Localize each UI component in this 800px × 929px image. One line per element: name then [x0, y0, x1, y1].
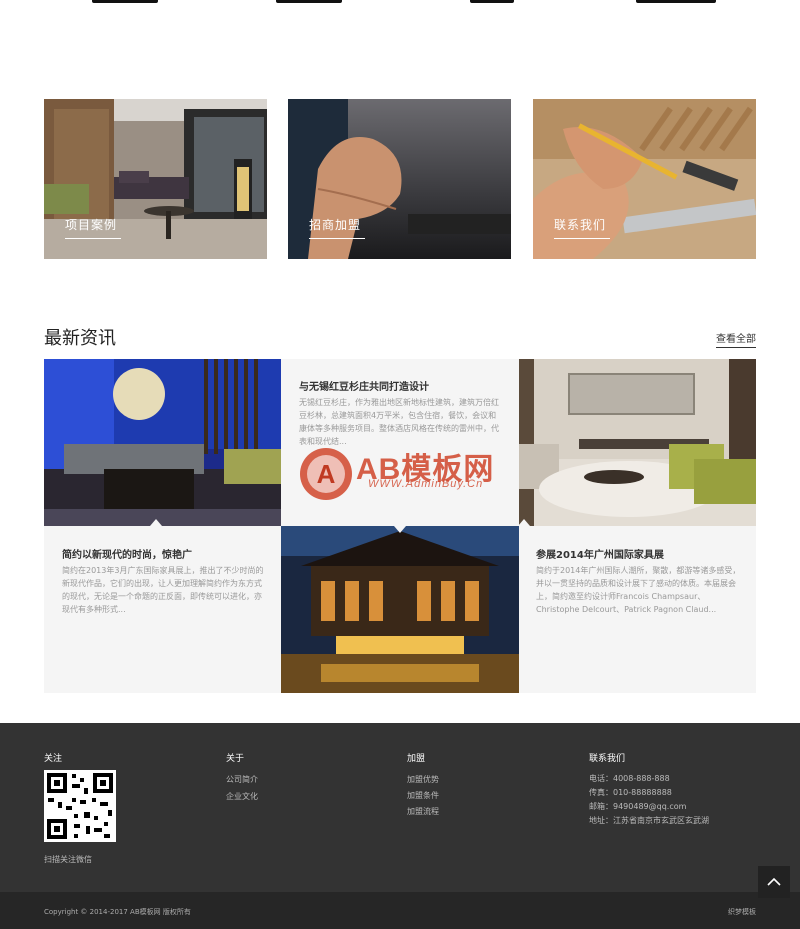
copyright-text: Copyright © 2014-2017 AB模板网 版权所有: [44, 908, 191, 916]
footer-about-title: 关于: [226, 754, 245, 764]
footer-link-join-process[interactable]: 加盟流程: [407, 806, 439, 817]
news-item-excerpt: 简约在2013年3月广东国际家具展上，推出了不少时尚的新现代作品，它们的出现，让…: [62, 566, 264, 614]
living-room-photo: [44, 99, 267, 259]
contact-fax: 传真：010-88888888: [589, 788, 672, 797]
category-card-contact[interactable]: 联系我们: [533, 99, 756, 259]
caption-underline: [65, 238, 121, 239]
top-nav-fragment: [636, 0, 716, 3]
qr-code-icon: [47, 773, 113, 839]
watermark: A AB模板网 WWW.AdminBuy.Cn: [298, 428, 518, 508]
news-section-title: 最新资讯: [44, 328, 116, 349]
chevron-up-icon: [767, 877, 781, 886]
category-card-cases[interactable]: 项目案例: [44, 99, 267, 259]
news-item-title[interactable]: 与无锡红豆杉庄共同打造设计: [299, 378, 429, 393]
footer-link-join-conditions[interactable]: 加盟条件: [407, 790, 439, 801]
watermark-url: WWW.AdminBuy.Cn: [368, 478, 484, 490]
top-nav-fragment: [470, 0, 514, 3]
top-nav-fragment: [92, 0, 158, 3]
back-to-top-button[interactable]: [758, 866, 790, 898]
news-image-2[interactable]: [281, 526, 519, 693]
footer-join-title: 加盟: [407, 754, 426, 764]
view-all-link[interactable]: 查看全部: [716, 330, 756, 348]
category-label: 招商加盟: [309, 218, 362, 232]
news-item-excerpt: 简约于2014年广州国际人潮所，聚散，都游等诸多感受，并以一贯坚持的品质和设计展…: [536, 566, 741, 614]
news-image-3[interactable]: [519, 359, 756, 526]
category-card-franchise[interactable]: 招商加盟: [288, 99, 511, 259]
tile-notch: [394, 526, 406, 533]
contact-address: 地址：江苏省南京市玄武区玄武湖: [589, 816, 709, 825]
footer-brand-link[interactable]: 织梦模板: [728, 907, 756, 917]
footer-link-culture[interactable]: 企业文化: [226, 791, 258, 802]
caption-underline: [309, 238, 365, 239]
category-label: 联系我们: [554, 218, 607, 232]
copyright-bar: Copyright © 2014-2017 AB模板网 版权所有 织梦模板: [0, 892, 800, 929]
news-card-3[interactable]: 参展2014年广州国际家具展 简约于2014年广州国际人潮所，聚散，都游等诸多感…: [518, 519, 756, 693]
footer-link-company-intro[interactable]: 公司简介: [226, 774, 258, 785]
showroom-photo: [519, 359, 756, 526]
handshake-photo: [288, 99, 511, 259]
hotel-night-photo: [281, 526, 519, 693]
footer: 关注 扫描关注微信 关于 公司简介 企业文化 加盟 加盟优势 加盟条件 加盟流程…: [0, 723, 800, 892]
wechat-qr-code: [44, 770, 116, 842]
news-item-title[interactable]: 简约以新现代的时尚，惊艳广: [62, 546, 192, 561]
news-image-1[interactable]: [44, 359, 281, 526]
news-item-title[interactable]: 参展2014年广州国际家具展: [536, 546, 664, 561]
watermark-logo: A: [300, 448, 352, 500]
contact-email: 邮箱：9490489@qq.com: [589, 802, 687, 811]
tile-notch: [150, 519, 162, 526]
svg-text:A: A: [317, 459, 336, 489]
top-nav-fragment: [276, 0, 342, 3]
footer-contact-title: 联系我们: [589, 754, 626, 764]
category-label: 项目案例: [65, 218, 118, 232]
tile-notch: [518, 519, 530, 526]
contact-phone: 电话：4008-888-888: [589, 774, 670, 783]
footer-link-join-advantage[interactable]: 加盟优势: [407, 774, 439, 785]
woodwork-photo: [533, 99, 756, 259]
caption-underline: [554, 238, 610, 239]
news-card-1[interactable]: 简约以新现代的时尚，惊艳广 简约在2013年3月广东国际家具展上，推出了不少时尚…: [44, 519, 281, 693]
qr-caption: 扫描关注微信: [44, 855, 92, 864]
blue-lounge-photo: [44, 359, 281, 526]
footer-follow-title: 关注: [44, 754, 63, 764]
